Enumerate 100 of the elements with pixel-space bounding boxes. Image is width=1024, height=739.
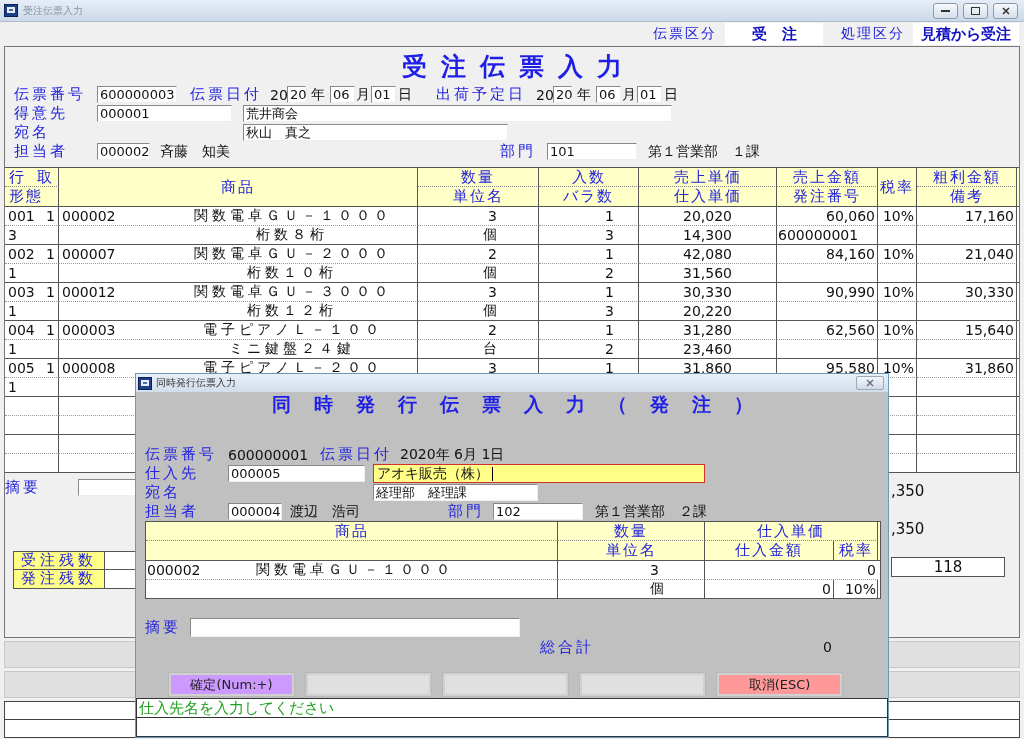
supplier-code-field[interactable]: 000005	[228, 465, 365, 482]
deal-type: 1	[46, 322, 55, 338]
status-message: 仕入先名を入力してください	[136, 698, 888, 718]
total-value: 0	[822, 639, 832, 655]
product-code: 000002	[147, 562, 201, 578]
addressee-field[interactable]: 秋山 真之	[243, 124, 508, 141]
field-label: 伝票日付	[320, 445, 393, 464]
field-label: 担当者	[145, 502, 200, 521]
field-label: 発注残数	[13, 569, 105, 589]
day-field[interactable]: 01	[637, 86, 662, 103]
deal-type: 1	[46, 284, 55, 300]
date-unit: 月	[355, 85, 371, 104]
month-field[interactable]: 06	[330, 86, 355, 103]
table-cell: 10%	[834, 580, 878, 598]
product-spec: 桁数１２桁	[246, 302, 338, 320]
text-caret	[492, 466, 493, 481]
table-cell: 10%	[878, 283, 917, 302]
close-button[interactable]	[993, 2, 1018, 19]
close-icon	[866, 379, 874, 387]
product-name: 関数電卓ＧＵ－１０００	[192, 207, 393, 225]
row-number: 003	[8, 284, 35, 300]
product-spec: 桁数１０桁	[246, 264, 338, 282]
column-header: 数量	[558, 522, 705, 541]
column-header: 取	[37, 167, 54, 187]
department-code-field[interactable]: 102	[493, 503, 583, 520]
product-name: 電子ピアノＬ－１００	[201, 321, 384, 339]
field-label: 部門	[500, 142, 537, 161]
field-label: 伝票区分	[652, 25, 718, 43]
field-label: 出荷予定日	[436, 85, 527, 104]
product-spec: 桁数８桁	[255, 226, 329, 244]
minimize-button[interactable]	[933, 2, 958, 19]
year-field[interactable]: 20	[553, 86, 572, 103]
product-code: 000008	[62, 360, 116, 376]
memo-field[interactable]	[190, 617, 520, 637]
cancel-button[interactable]: 取消(ESC)	[717, 673, 842, 696]
field-value: 見積から受注	[913, 23, 1019, 45]
table-cell: 0	[705, 580, 834, 598]
staff-code-field[interactable]: 000004	[228, 503, 282, 520]
column-header: 入数	[539, 168, 639, 187]
table-cell: 42,080	[639, 245, 777, 264]
table-cell: 3	[558, 561, 705, 580]
date-unit: 年	[576, 85, 592, 104]
total-value: ,350	[891, 481, 926, 501]
confirm-button[interactable]: 確定(Num:+)	[169, 673, 294, 696]
department-name: 第１営業部 １課	[648, 142, 760, 161]
product-name: 関数電卓ＧＵ－１０００	[256, 561, 456, 579]
month-field[interactable]: 06	[596, 86, 621, 103]
table-cell: 3	[418, 207, 539, 226]
staff-name: 渡辺 浩司	[290, 502, 361, 521]
table-cell: 20,020	[639, 207, 777, 226]
column-header: 仕入単価	[705, 522, 878, 541]
field-label: 摘要	[145, 617, 182, 637]
table-cell: 10%	[878, 321, 917, 340]
table-cell: 17,160	[917, 207, 1017, 226]
form-title: 受注伝票入力	[401, 50, 636, 83]
column-header: 売上金額	[777, 168, 878, 187]
row-number: 002	[8, 246, 35, 262]
deal-type: 1	[46, 208, 55, 224]
column-header: 数量	[418, 168, 539, 187]
app-icon	[4, 4, 18, 17]
field-label: 部門	[448, 502, 485, 521]
table-cell: 1	[539, 207, 639, 226]
product-name: 関数電卓ＧＵ－２０００	[192, 245, 393, 263]
table-cell: 0	[705, 561, 878, 580]
field-label: 宛名	[145, 483, 182, 502]
table-cell: 3	[418, 283, 539, 302]
table-cell: 21,040	[917, 245, 1017, 264]
field-label: 伝票日付	[190, 85, 263, 104]
addressee-field[interactable]: 経理部 経理課	[373, 484, 538, 501]
table-cell: 10%	[878, 207, 917, 226]
date-unit: 月	[621, 85, 637, 104]
day-field[interactable]: 01	[371, 86, 396, 103]
date-unit: 年	[310, 85, 326, 104]
close-button[interactable]	[856, 376, 884, 390]
field-label: 伝票番号	[145, 445, 218, 464]
minimize-icon	[941, 9, 950, 12]
product-spec: ミニ鍵盤２４鍵	[228, 340, 356, 358]
field-label: 宛名	[14, 123, 51, 142]
staff-code-field[interactable]: 000002	[97, 143, 150, 160]
department-code-field[interactable]: 101	[547, 143, 637, 160]
row-number: 004	[8, 322, 35, 338]
table-cell: 2	[418, 321, 539, 340]
customer-name-field[interactable]: 荒井商会	[243, 105, 672, 122]
column-header: 商品	[146, 522, 558, 541]
product-code: 000002	[62, 208, 116, 224]
year-field[interactable]: 20	[287, 86, 306, 103]
date-unit: 日	[663, 85, 679, 104]
date-century: 20	[536, 86, 553, 103]
table-cell: 31,280	[639, 321, 777, 340]
table-cell: 1	[539, 283, 639, 302]
maximize-button[interactable]	[963, 2, 988, 19]
close-icon	[1001, 6, 1010, 15]
supplier-name-field[interactable]: アオキ販売（株）	[373, 464, 705, 483]
date-century: 20	[270, 86, 287, 103]
field-label: 得意先	[14, 104, 69, 123]
slip-number-field[interactable]: 600000003	[97, 86, 177, 103]
customer-code-field[interactable]: 000001	[97, 105, 232, 122]
column-header: 売上単価	[639, 168, 777, 187]
deal-type: 1	[46, 246, 55, 262]
field-value: 受 注	[725, 23, 823, 45]
